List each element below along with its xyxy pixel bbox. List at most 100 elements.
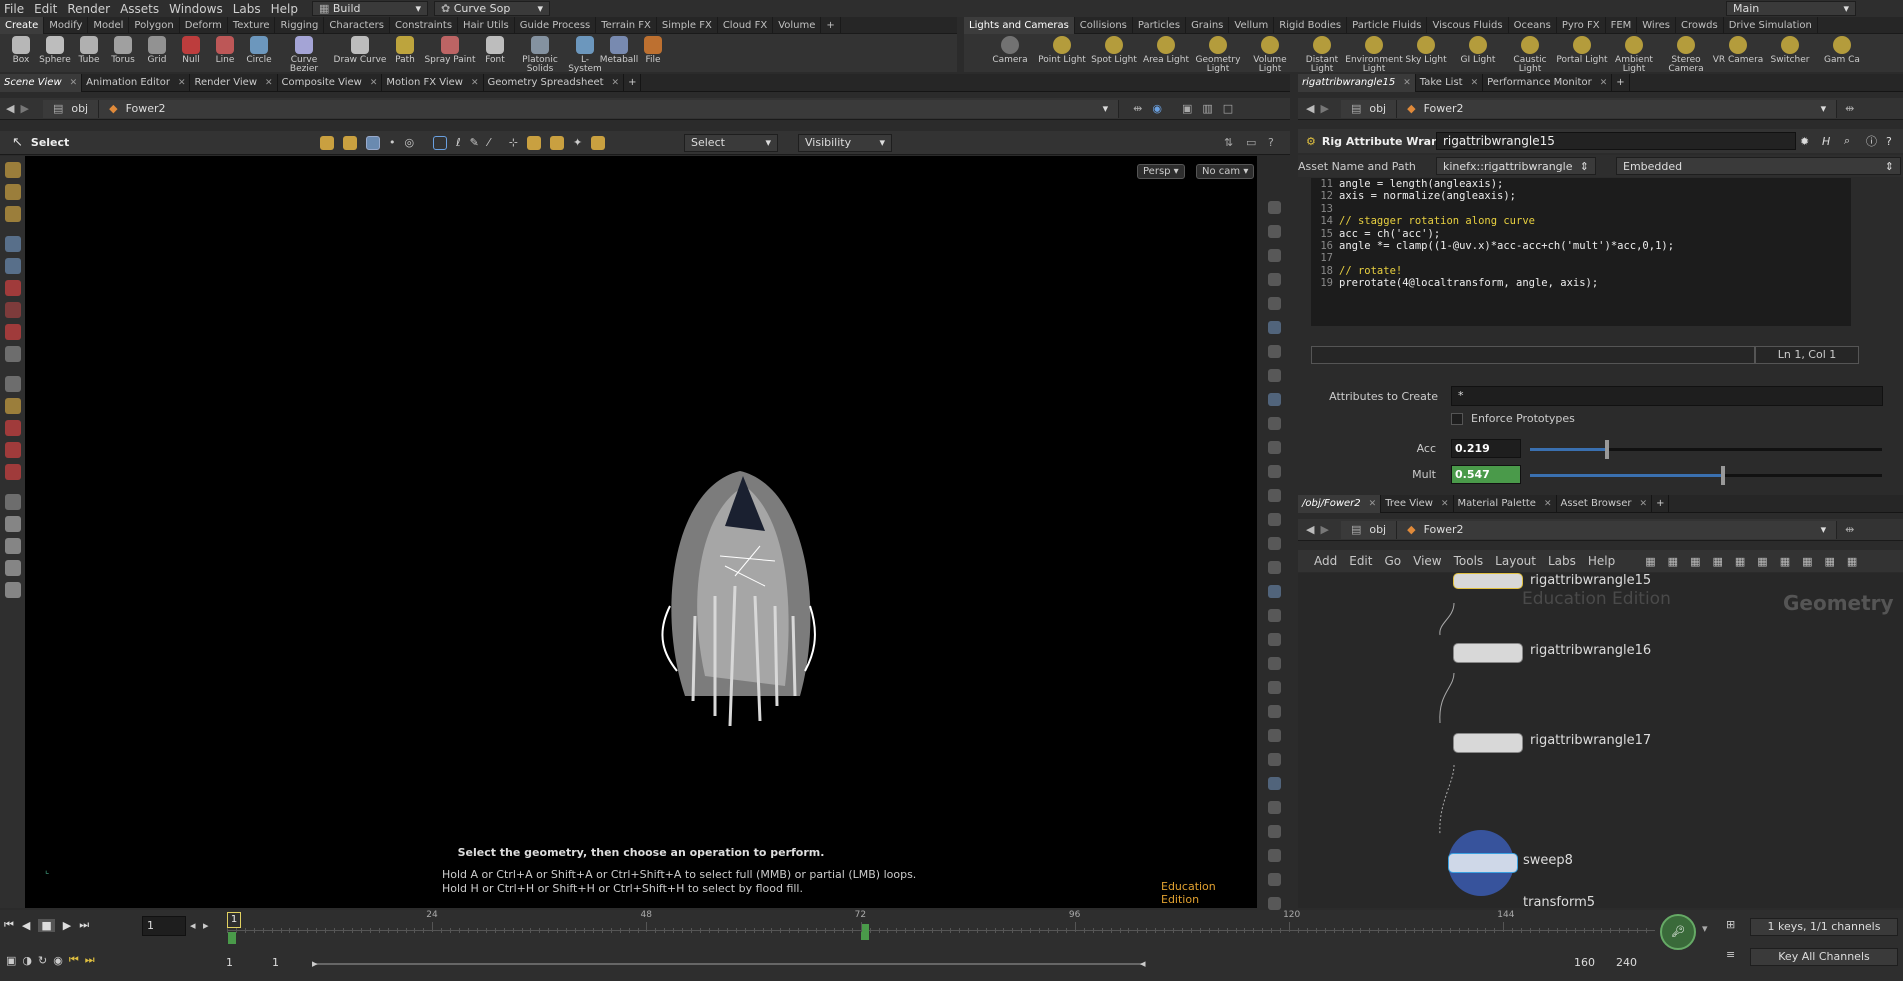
asset-dropdown[interactable]: kinefx::rigattribwrangle ⇕	[1436, 157, 1596, 175]
display-option-2-icon[interactable]	[1268, 225, 1281, 238]
graph-icon[interactable]: ⊞	[1726, 918, 1735, 931]
visibility-dropdown[interactable]: Visibility ▾	[798, 133, 892, 152]
tab-material-palette[interactable]: Material Palette ✕	[1454, 494, 1557, 513]
secure-select-icon[interactable]	[591, 135, 606, 150]
search-icon[interactable]: ⌕	[1844, 134, 1850, 148]
current-frame-field[interactable]: 1	[142, 916, 186, 936]
dock-icon[interactable]: ▭	[1246, 136, 1256, 149]
left-tool-10-icon[interactable]	[4, 376, 21, 392]
tool-null[interactable]: Null	[174, 34, 208, 65]
tool-gam-ca[interactable]: Gam Ca	[1816, 34, 1868, 65]
network-path-root[interactable]: ▤ obj	[1340, 520, 1398, 539]
forward-arrow-icon[interactable]: ▶	[1320, 102, 1328, 115]
pin-icon[interactable]: ⇹	[1133, 102, 1142, 115]
3d-viewport[interactable]: Persp ▾ No cam ▾ Select the geometry, th…	[25, 156, 1257, 908]
menu-edit[interactable]: Edit	[34, 2, 57, 16]
tool-path[interactable]: Path	[388, 34, 422, 65]
display-option-12-icon[interactable]	[1268, 465, 1281, 478]
display-option-1-icon[interactable]	[1268, 201, 1281, 214]
tool-caustic-light[interactable]: Caustic Light	[1504, 34, 1556, 74]
pick-icon[interactable]: ⊹	[509, 136, 518, 149]
gear-icon[interactable]: ✹	[1800, 135, 1809, 148]
display-option-29-icon[interactable]	[1268, 873, 1281, 886]
left-tool-4-icon[interactable]	[4, 236, 21, 252]
tool-sphere[interactable]: Sphere	[38, 34, 72, 65]
tool-file[interactable]: File	[636, 34, 670, 65]
param-path-node[interactable]: ◆ Fower2 ▾	[1397, 99, 1838, 118]
network-menu-help[interactable]: Help	[1588, 554, 1615, 568]
path-root[interactable]: ▤ obj	[42, 99, 100, 118]
display-option-16-icon[interactable]	[1268, 561, 1281, 574]
pane-icon[interactable]: ▦	[1735, 555, 1745, 568]
select-edges-icon[interactable]	[343, 135, 357, 150]
back-arrow-icon[interactable]: ◀	[1306, 523, 1314, 536]
attrs-field[interactable]: *	[1451, 386, 1883, 406]
shelf-tab-polygon[interactable]: Polygon	[129, 16, 180, 34]
tool-spot-light[interactable]: Spot Light	[1088, 34, 1140, 65]
forward-arrow-icon[interactable]: ▶	[20, 102, 28, 115]
desktop-dropdown[interactable]: ▦ Build ▾	[312, 1, 428, 16]
range-end-2[interactable]: 240	[1616, 956, 1637, 969]
tool-curve-bezier[interactable]: Curve Bezier	[276, 34, 332, 74]
tab-animation-editor[interactable]: Animation Editor ✕	[82, 73, 191, 92]
pin-icon[interactable]: ⇹	[1845, 102, 1854, 115]
close-icon[interactable]: ✕	[1441, 499, 1449, 509]
menu-windows[interactable]: Windows	[169, 2, 223, 16]
jump-end-icon[interactable]: ⏭	[79, 918, 89, 932]
shelf-tab-texture[interactable]: Texture	[228, 16, 276, 34]
node-sweep8[interactable]	[1448, 853, 1518, 873]
close-icon[interactable]: ✕	[70, 78, 78, 88]
laser-select-icon[interactable]: ⁄	[488, 136, 490, 149]
grid-icon[interactable]: ▦	[1690, 555, 1700, 568]
tree-icon[interactable]: ▦	[1712, 555, 1722, 568]
tool-tube[interactable]: Tube	[72, 34, 106, 65]
add-shelf-tab-icon[interactable]: +	[821, 16, 841, 34]
channel-icon[interactable]: ≡	[1726, 948, 1735, 961]
sticky-icon[interactable]: ▦	[1802, 555, 1812, 568]
tool-platonic-solids[interactable]: Platonic Solids	[512, 34, 568, 74]
left-tool-14-icon[interactable]	[4, 464, 21, 480]
tool-point-light[interactable]: Point Light	[1036, 34, 1088, 65]
display-option-4-icon[interactable]	[1268, 273, 1281, 286]
close-icon[interactable]: ✕	[1544, 499, 1552, 509]
display-option-25-icon[interactable]	[1268, 777, 1281, 790]
node-rigattribwrangle15[interactable]	[1453, 573, 1523, 589]
network-menu-tools[interactable]: Tools	[1454, 554, 1484, 568]
prev-key-icon[interactable]: ◂	[190, 919, 196, 932]
play-icon[interactable]: ▶	[63, 919, 71, 932]
tool-area-light[interactable]: Area Light	[1140, 34, 1192, 65]
tool-switcher[interactable]: Switcher	[1764, 34, 1816, 65]
display-option-30-icon[interactable]	[1268, 897, 1281, 910]
left-tool-19-icon[interactable]	[4, 582, 21, 598]
select-points-icon[interactable]	[320, 135, 334, 150]
magic-wand-icon[interactable]: ✦	[573, 136, 582, 149]
shelf-tab-pyro-fx[interactable]: Pyro FX	[1557, 16, 1606, 34]
tab-rigattribwrangle15[interactable]: rigattribwrangle15 ✕	[1298, 73, 1416, 92]
shelf-tab-deform[interactable]: Deform	[180, 16, 228, 34]
image-icon[interactable]: ▦	[1757, 555, 1767, 568]
shelf-tab-hair-utils[interactable]: Hair Utils	[458, 16, 515, 34]
forward-arrow-icon[interactable]: ▶	[1320, 523, 1328, 536]
key-all-channels-button[interactable]: Key All Channels	[1750, 948, 1898, 966]
shelf-tab-constraints[interactable]: Constraints	[390, 16, 459, 34]
left-tool-5-icon[interactable]	[4, 258, 21, 274]
link-icon[interactable]: ◉	[1152, 102, 1162, 115]
network-menu-labs[interactable]: Labs	[1548, 554, 1576, 568]
keys-info[interactable]: 1 keys, 1/1 channels	[1750, 918, 1898, 936]
display-option-3-icon[interactable]	[1268, 249, 1281, 262]
left-tool-15-icon[interactable]	[4, 494, 21, 510]
close-icon[interactable]: ✕	[370, 78, 378, 88]
key-icon[interactable]: 🔑︎	[1660, 914, 1696, 950]
jump-start-icon[interactable]: ⏮	[4, 918, 14, 932]
shelf-tab-particles[interactable]: Particles	[1133, 16, 1187, 34]
camera-button[interactable]: No cam ▾	[1196, 164, 1255, 179]
menu-file[interactable]: File	[4, 2, 24, 16]
shelf-tab-fem[interactable]: FEM	[1606, 16, 1638, 34]
tool-torus[interactable]: Torus	[106, 34, 140, 65]
tool-metaball[interactable]: Metaball	[600, 34, 638, 65]
network-menu-layout[interactable]: Layout	[1495, 554, 1536, 568]
dot-icon[interactable]: •	[389, 136, 396, 149]
mult-slider-handle[interactable]	[1720, 466, 1725, 485]
add-tab-icon[interactable]: +	[1652, 494, 1670, 513]
left-tool-13-icon[interactable]	[4, 442, 21, 458]
